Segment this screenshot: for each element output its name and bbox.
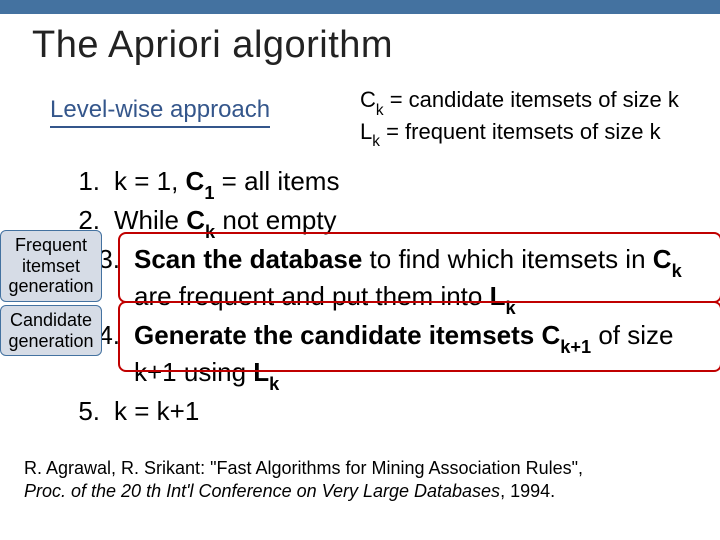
citation: R. Agrawal, R. Srikant: "Fast Algorithms… — [24, 457, 583, 502]
step-1: 1. k = 1, C1 = all items — [20, 165, 710, 202]
side-label-frequent: Frequent itemset generation — [0, 230, 102, 302]
notation-block: Ck = candidate itemsets of size k Lk = f… — [360, 86, 679, 149]
highlight-box-frequent — [118, 232, 720, 303]
side-label-candidate: Candidate generation — [0, 305, 102, 356]
level-wise-label: Level-wise approach — [50, 96, 270, 128]
notation-lk: Lk = frequent itemsets of size k — [360, 118, 679, 150]
slide: The Apriori algorithm Level-wise approac… — [0, 0, 720, 540]
highlight-box-candidate — [118, 301, 720, 372]
accent-bar — [0, 0, 720, 14]
notation-ck: Ck = candidate itemsets of size k — [360, 86, 679, 118]
algorithm-steps: 1. k = 1, C1 = all items 2. While Ck not… — [20, 165, 710, 429]
step-5: 5. k = k+1 — [20, 395, 710, 428]
slide-title: The Apriori algorithm — [32, 24, 393, 67]
